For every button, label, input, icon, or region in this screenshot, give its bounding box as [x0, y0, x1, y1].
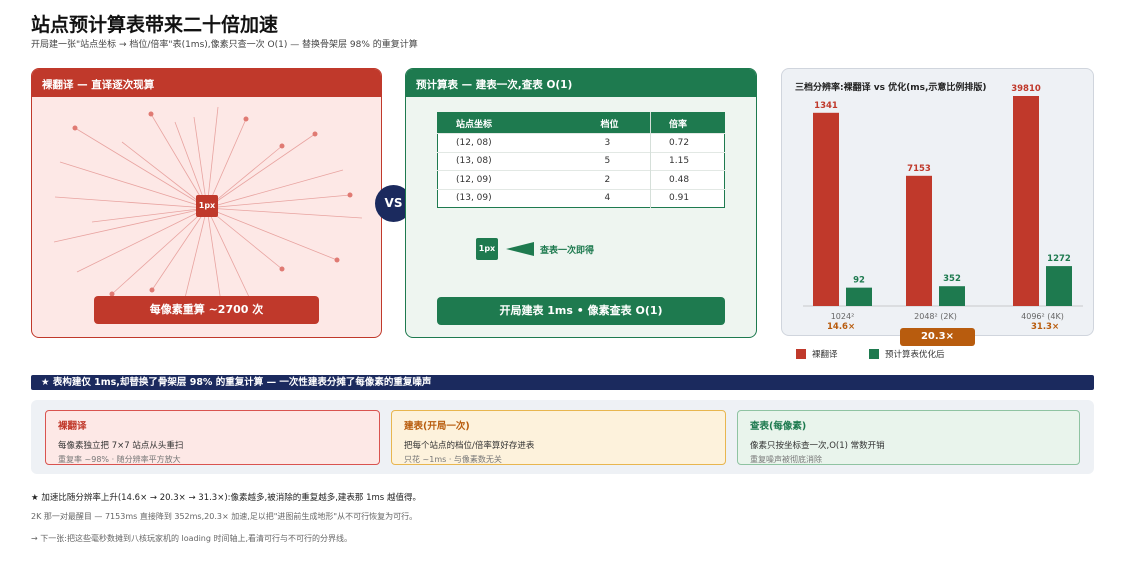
bar-value-label: 1272	[1047, 254, 1071, 264]
note-3: → 下一张:把这些毫秒数摊到八核玩家机的 loading 时间轴上,看清可行与不…	[31, 534, 353, 543]
card-lookup: 查表(每像素) 像素只按坐标查一次,O(1) 常数开销 重复噪声被彻底消除	[737, 410, 1080, 465]
card-title: 建表(开局一次)	[404, 421, 470, 432]
naive-panel: 裸翻译 — 直译逐次现算 1px 每像素重算 ~2700 次	[31, 68, 382, 338]
bar-naive-2	[1013, 96, 1039, 306]
col-header-tier: 档位	[582, 112, 651, 134]
table-cell: 0.72	[650, 133, 725, 152]
legend-swatch-green	[869, 349, 879, 359]
table-cell: 2	[582, 170, 651, 189]
bar-value-label: 7153	[907, 164, 931, 174]
x-tick-label: 1024²	[831, 312, 855, 321]
lookup-pixel-chip: 1px	[476, 238, 498, 260]
bar-naive-0	[813, 112, 839, 306]
table-cell: (13, 08)	[437, 151, 583, 171]
speedup-label-1: 14.6×	[827, 322, 856, 332]
page-title: 站点预计算表带来二十倍加速	[31, 14, 279, 36]
col-header-coord: 站点坐标	[437, 112, 583, 134]
x-tick-label: 2048² (2K)	[914, 312, 957, 321]
bar-optimized-0	[846, 287, 872, 306]
page-subtitle: 开局建一张"站点坐标 → 档位/倍率"表(1ms),像素只查一次 O(1) — …	[31, 40, 418, 50]
card-title: 裸翻译	[58, 421, 87, 432]
bar-value-label: 92	[853, 276, 865, 286]
card-line: 像素只按坐标查一次,O(1) 常数开销	[750, 441, 885, 451]
card-line: 把每个站点的档位/倍率算好存进表	[404, 441, 535, 451]
table-row: (12, 09) 2 0.48	[437, 170, 725, 189]
speedup-label-3: 31.3×	[1031, 322, 1060, 332]
note-2: 2K 那一对最醒目 — 7153ms 直接降到 352ms,20.3× 加速,足…	[31, 512, 418, 521]
legend-optimized: 预计算表优化后	[869, 348, 945, 360]
bar-optimized-2	[1046, 266, 1072, 306]
summary-banner: ★ 表构建仅 1ms,却替换了骨架层 98% 的重复计算 — 一次性建表分摊了每…	[31, 375, 1094, 390]
table-cell: 1.15	[650, 151, 725, 171]
card-subline: 只花 ~1ms · 与像素数无关	[404, 455, 502, 464]
card-subline: 重复噪声被彻底消除	[750, 455, 822, 464]
card-subline: 重复率 ~98% · 随分辨率平方放大	[58, 455, 181, 464]
pixel-chip: 1px	[196, 195, 218, 217]
card-line: 每像素独立把 7×7 站点从头重扫	[58, 441, 184, 451]
table-cell: (12, 08)	[437, 133, 583, 152]
bar-value-label: 39810	[1011, 84, 1041, 94]
arrow-left-icon	[506, 242, 534, 256]
naive-panel-title: 裸翻译 — 直译逐次现算	[32, 69, 381, 97]
legend-label: 裸翻译	[812, 350, 838, 360]
table-header-row: 站点坐标 档位 倍率	[437, 112, 725, 134]
bar-chart: 1341 92 1024² 7153 352 2048² (2K) 39810 1272 409…	[803, 84, 1083, 321]
bar-value-label: 352	[943, 274, 961, 284]
card-title: 查表(每像素)	[750, 421, 807, 432]
table-row: (13, 08) 5 1.15	[437, 151, 725, 171]
table-cell: 4	[582, 188, 651, 208]
lookup-label: 查表一次即得	[540, 246, 595, 256]
col-header-multiplier: 倍率	[650, 112, 725, 134]
table-cell: 5	[582, 151, 651, 171]
legend-swatch-red	[796, 349, 806, 359]
table-row: (13, 09) 4 0.91	[437, 188, 725, 208]
lookup-footer: 开局建表 1ms • 像素查表 O(1)	[437, 297, 725, 325]
card-build-table: 建表(开局一次) 把每个站点的档位/倍率算好存进表 只花 ~1ms · 与像素数…	[391, 410, 726, 465]
note-1: ★ 加速比随分辨率上升(14.6× → 20.3× → 31.3×):像素越多,…	[31, 493, 421, 503]
table-cell: (13, 09)	[437, 188, 583, 208]
bar-optimized-1	[939, 286, 965, 306]
x-tick-label: 4096² (4K)	[1021, 312, 1064, 321]
bar-naive-1	[906, 175, 932, 306]
naive-footer: 每像素重算 ~2700 次	[94, 296, 319, 324]
card-naive: 裸翻译 每像素独立把 7×7 站点从头重扫 重复率 ~98% · 随分辨率平方放…	[45, 410, 380, 465]
bar-value-label: 1341	[814, 101, 838, 111]
legend-label: 预计算表优化后	[885, 350, 945, 360]
table-cell: 0.91	[650, 188, 725, 208]
table-cell: (12, 09)	[437, 170, 583, 189]
site-lookup-table: 站点坐标 档位 倍率 (12, 08) 3 0.72 (13, 08) 5 1.…	[437, 112, 725, 208]
speedup-badge-2k: 20.3×	[900, 328, 975, 346]
legend-naive: 裸翻译	[796, 348, 838, 360]
table-row: (12, 08) 3 0.72	[437, 133, 725, 152]
table-cell: 0.48	[650, 170, 725, 189]
table-cell: 3	[582, 133, 651, 152]
lookup-panel-title: 预计算表 — 建表一次,查表 O(1)	[406, 69, 756, 97]
